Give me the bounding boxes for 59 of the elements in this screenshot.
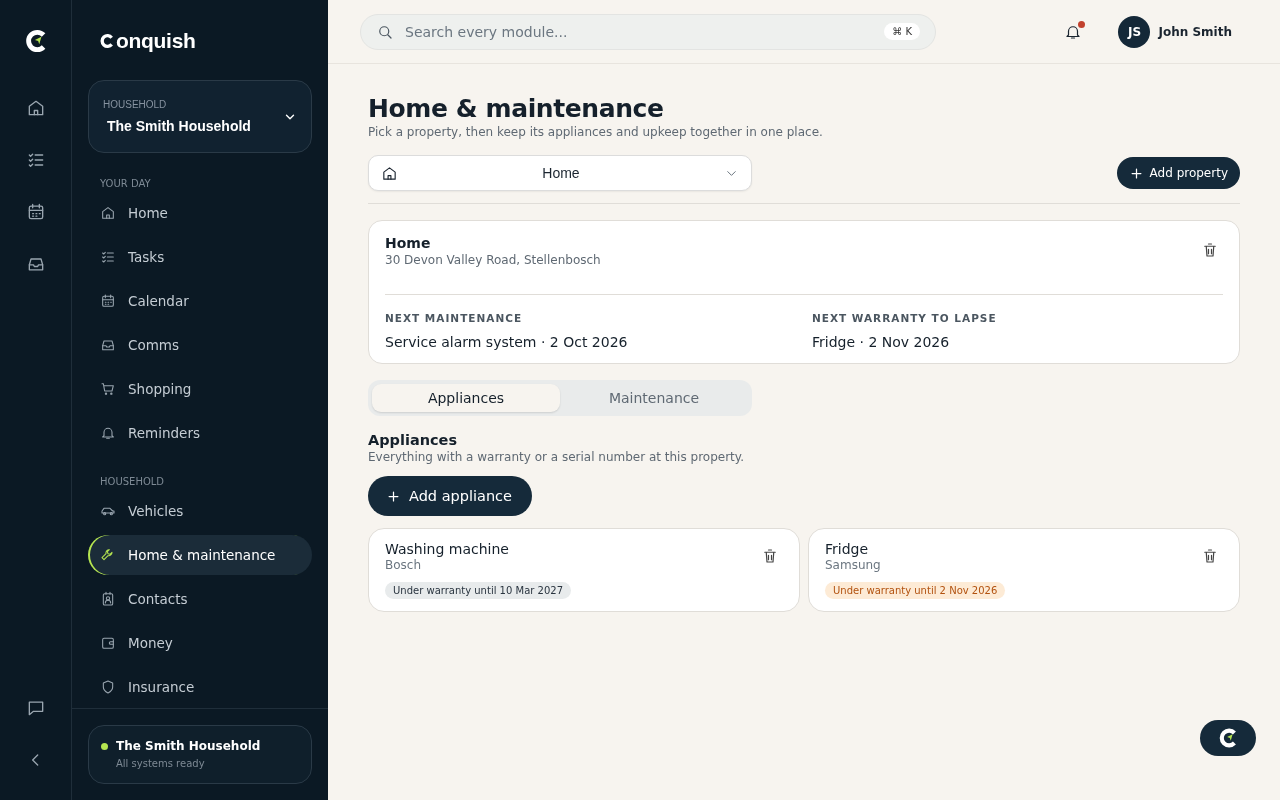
sidebar-item[interactable]: Vehicles [88,491,312,531]
home-icon [381,164,398,182]
property-select[interactable]: Home [368,155,752,191]
warranty-badge: Under warranty until 2 Nov 2026 [825,582,1006,599]
appliance-brand: Samsung [825,558,881,572]
page-title: Home & maintenance [368,94,665,123]
plus-icon [1128,165,1144,181]
appliance-name: Fridge [825,541,870,557]
bell-icon [100,425,116,441]
home-icon [100,205,116,221]
logo-icon [1217,727,1239,749]
section-heading: YOUR DAY [99,177,152,191]
plus-icon [386,488,401,504]
shield-icon [100,679,116,695]
stat-value: Service alarm system · 2 Oct 2026 [385,334,629,350]
stat-value: Fridge · 2 Nov 2026 [812,334,951,350]
sidebar-item[interactable]: Comms [88,325,312,365]
user-avatar[interactable]: JS [1118,15,1151,48]
section-heading: HOUSEHOLD [99,475,166,489]
trash-icon [761,547,779,565]
sidebar-item[interactable]: Home [88,193,312,233]
inbox-icon [100,337,116,353]
wallet-icon [100,635,116,651]
calendar-icon [100,293,116,309]
contact-card-icon [100,591,116,607]
page-subtitle: Pick a property, then keep its appliances and upkeep together in one place. [368,125,824,139]
status-title: The Smith Household [116,739,261,753]
sidebar-item[interactable]: Money [88,623,312,663]
stat-label: NEXT WARRANTY TO LAPSE [812,312,998,324]
assistant-button[interactable] [1200,720,1256,756]
sidebar-item[interactable]: Contacts [88,579,312,619]
sidebar-item[interactable]: Tasks [88,237,312,277]
tab[interactable]: Maintenance [560,384,748,412]
add-appliance-button[interactable]: Add appliance [368,476,532,516]
checklist-icon [100,249,116,265]
brand-wordmark: onquish [116,29,196,53]
sidebar-item[interactable]: Reminders [88,413,312,453]
cart-icon [100,381,116,397]
trash-icon [1201,547,1219,565]
tab[interactable]: Appliances [372,384,560,412]
user-name: John Smith [1158,24,1232,39]
property-name: Home [385,235,432,251]
logo-icon [99,33,115,49]
appliance-brand: Bosch [385,558,423,572]
property-address: 30 Devon Valley Road, Stellenbosch [385,253,601,267]
sidebar-item[interactable]: Shopping [88,369,312,409]
trash-icon [1201,241,1219,259]
sidebar-item[interactable]: Insurance [88,667,312,707]
sidebar-item[interactable]: Calendar [88,281,312,321]
add-property-button[interactable]: Add property [1116,157,1240,189]
wrench-icon [100,547,116,563]
section-title: Appliances [368,432,459,448]
warranty-badge: Under warranty until 10 Mar 2027 [385,582,571,599]
household-picker[interactable]: HOUSEHOLD The Smith Household [88,80,312,153]
status-text: All systems ready [116,758,206,769]
section-subtitle: Everything with a warranty or a serial number at this property. [368,450,745,464]
appliance-name: Washing machine [385,541,509,557]
sidebar-item[interactable]: Home & maintenance [88,535,312,575]
stat-label: NEXT MAINTENANCE [385,312,524,324]
